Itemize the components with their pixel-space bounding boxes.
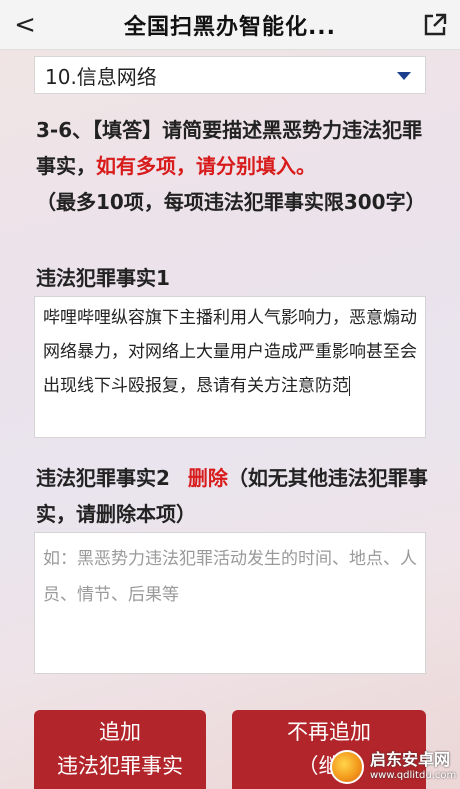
question-highlight: 如有多项，请分别填入。 [96,154,316,178]
fact1-textarea[interactable]: 哔哩哔哩纵容旗下主播利用人气影响力，恶意煽动网络暴力，对网络上大量用户造成严重影… [34,296,426,438]
add-fact-button[interactable]: 追加 违法犯罪事实 [34,710,206,789]
question-text: 3-6、【填答】请简要描述黑恶势力违法犯罪事实，如有多项，请分别填入。 （最多10… [36,112,436,220]
fact1-text: 哔哩哔哩纵容旗下主播利用人气影响力，恶意煽动网络暴力，对网络上大量用户造成严重影… [43,308,417,396]
category-dropdown[interactable]: 10.信息网络 [34,56,426,94]
watermark-url: www.qdlitdu.com [370,770,457,781]
external-link-icon[interactable] [422,12,448,38]
text-caret [349,376,350,396]
fact2-placeholder: 如：黑恶势力违法犯罪活动发生的时间、地点、人员、情节、后果等 [43,549,417,605]
dropdown-selected-value: 10.信息网络 [45,64,157,89]
fact2-label: 违法犯罪事实2 [36,466,170,490]
caret-down-icon [397,72,411,80]
fact2-header: 违法犯罪事实2 删除（如无其他违法犯罪事实，请删除本项） [36,460,436,532]
watermark-name: 启东安卓网 [370,750,451,769]
add-button-line2: 违法犯罪事实 [57,754,183,778]
app-header: < 全国扫黑办智能化... [0,0,460,50]
fact2-textarea[interactable]: 如：黑恶势力违法犯罪活动发生的时间、地点、人员、情节、后果等 [34,532,426,674]
question-suffix: （最多10项，每项违法犯罪事实限300字） [36,190,426,214]
page-title: 全国扫黑办智能化... [123,14,337,40]
fact1-label: 违法犯罪事实1 [36,266,170,290]
site-watermark: 启东安卓网 www.qdlitdu.com [330,744,460,789]
back-button[interactable]: < [10,7,40,43]
watermark-logo-icon [330,749,364,784]
delete-fact2-link[interactable]: 删除 [188,466,228,490]
add-button-line1: 追加 [99,720,141,744]
